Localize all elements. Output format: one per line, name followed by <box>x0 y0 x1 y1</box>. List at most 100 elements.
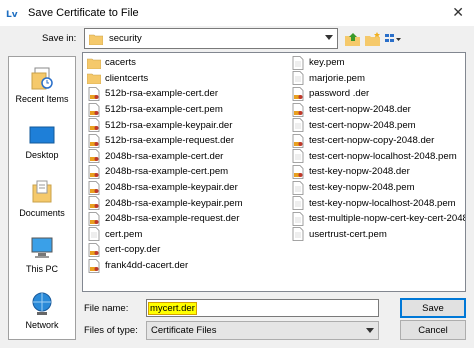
document-file-icon <box>292 180 304 195</box>
certificate-file-icon <box>87 102 101 117</box>
file-item[interactable]: 512b-rsa-example-keypair.der <box>87 117 243 133</box>
file-item[interactable]: test-cert-nopw-localhost-2048.pem <box>291 149 465 165</box>
chevron-down-icon <box>366 328 374 333</box>
document-file-icon <box>291 227 305 242</box>
file-item[interactable]: 512b-rsa-example-cert.pem <box>87 102 243 118</box>
certificate-file-icon <box>88 180 100 195</box>
folder-icon <box>87 74 101 85</box>
file-name: key.pem <box>309 57 345 69</box>
file-item[interactable]: 2048b-rsa-example-keypair.der <box>87 180 243 196</box>
file-name: 2048b-rsa-example-request.der <box>105 213 240 225</box>
document-file-icon <box>88 227 100 242</box>
file-item[interactable]: cacerts <box>87 55 243 71</box>
file-item[interactable]: test-key-nopw-localhost-2048.pem <box>291 195 465 211</box>
file-name: 2048b-rsa-example-keypair.pem <box>105 197 243 209</box>
certificate-file-icon <box>88 243 100 257</box>
place-label: Documents <box>19 208 65 218</box>
file-name: test-cert-nopw-localhost-2048.pem <box>309 150 457 162</box>
certificate-file-icon <box>87 258 101 273</box>
certificate-file-icon <box>87 118 101 133</box>
certificate-file-icon <box>88 118 100 133</box>
file-name: test-cert-nopw-copy-2048.der <box>309 135 435 147</box>
certificate-file-icon <box>292 102 304 117</box>
document-file-icon <box>292 196 304 211</box>
save-in-label: Save in: <box>42 33 77 44</box>
file-item[interactable]: test-cert-nopw-2048.der <box>291 102 465 118</box>
place-network[interactable]: Network <box>9 291 75 330</box>
file-item[interactable]: test-multiple-nopw-cert-key-cert-2048 <box>291 211 466 227</box>
certificate-file-icon <box>87 165 101 179</box>
network-icon <box>32 292 52 315</box>
file-name: password .der <box>309 88 370 100</box>
file-name: 2048b-rsa-example-cert.pem <box>105 166 229 178</box>
certificate-file-icon <box>88 102 100 117</box>
file-item[interactable]: key.pem <box>291 55 465 71</box>
close-icon[interactable]: ✕ <box>452 4 464 21</box>
file-item[interactable]: marjorie.pem <box>291 71 465 87</box>
certificate-file-icon <box>87 87 101 101</box>
place-label: Network <box>25 320 59 330</box>
toolbar <box>344 30 402 48</box>
file-item[interactable]: cert.pem <box>87 227 243 243</box>
file-item[interactable]: frank4dd-cacert.der <box>87 258 243 274</box>
file-name-input[interactable]: mycert.der <box>146 299 379 317</box>
file-item[interactable]: 512b-rsa-example-cert.der <box>87 86 243 102</box>
up-folder-button[interactable] <box>344 30 362 48</box>
folder-icon <box>87 56 101 70</box>
file-list[interactable]: cacerts clientcerts 512b-rsa-example-cert.… <box>82 52 466 292</box>
place-this-pc[interactable]: This PC <box>9 235 75 274</box>
document-file-icon <box>87 227 101 242</box>
file-type-select[interactable]: Certificate Files <box>146 321 379 340</box>
file-name: 512b-rsa-example-keypair.der <box>105 119 233 131</box>
save-button[interactable]: Save <box>400 298 466 318</box>
file-name: test-key-nopw-2048.der <box>309 166 410 178</box>
certificate-file-icon <box>87 243 101 257</box>
desktop-icon <box>29 126 55 144</box>
file-item[interactable]: test-cert-nopw-copy-2048.der <box>291 133 465 149</box>
certificate-file-icon <box>88 133 100 148</box>
file-item[interactable]: 2048b-rsa-example-request.der <box>87 211 243 227</box>
place-label: Recent Items <box>15 94 69 104</box>
recent-items-icon <box>31 67 53 90</box>
file-item[interactable]: usertrust-cert.pem <box>291 227 465 243</box>
file-name: test-key-nopw-localhost-2048.pem <box>309 197 456 209</box>
document-file-icon <box>291 196 305 211</box>
file-item[interactable]: test-key-nopw-2048.der <box>291 164 465 180</box>
file-item[interactable]: 2048b-rsa-example-cert.der <box>87 149 243 165</box>
file-name: test-multiple-nopw-cert-key-cert-2048 <box>309 213 466 225</box>
file-name: cacerts <box>105 57 136 69</box>
new-folder-button[interactable] <box>364 30 382 48</box>
file-item[interactable]: test-cert-nopw-2048.pem <box>291 117 465 133</box>
certificate-file-icon <box>291 87 305 101</box>
certificate-file-icon <box>292 87 304 101</box>
places-bar: Recent Items Desktop Documents This PC N… <box>8 56 76 340</box>
place-label: This PC <box>25 264 58 274</box>
certificate-file-icon <box>88 196 100 211</box>
document-file-icon <box>292 211 304 226</box>
file-item[interactable]: test-key-nopw-2048.pem <box>291 180 465 196</box>
certificate-file-icon <box>88 149 100 164</box>
document-file-icon <box>292 227 304 242</box>
file-name: 512b-rsa-example-cert.pem <box>105 104 223 116</box>
file-name: 512b-rsa-example-request.der <box>105 135 235 147</box>
place-desktop[interactable]: Desktop <box>9 125 75 160</box>
save-in-value: security <box>109 33 142 44</box>
file-item[interactable]: clientcerts <box>87 71 243 87</box>
file-item[interactable]: 2048b-rsa-example-cert.pem <box>87 164 243 180</box>
certificate-file-icon <box>88 165 100 179</box>
document-file-icon <box>292 149 304 164</box>
save-in-combo[interactable]: security <box>84 28 338 49</box>
cancel-button[interactable]: Cancel <box>400 320 466 340</box>
file-item[interactable]: cert-copy.der <box>87 242 243 258</box>
view-menu-button[interactable] <box>384 30 402 48</box>
file-type-value: Certificate Files <box>151 325 217 336</box>
window-title: Save Certificate to File <box>28 7 139 19</box>
file-item[interactable]: 512b-rsa-example-request.der <box>87 133 243 149</box>
certificate-file-icon <box>291 165 305 179</box>
place-label: Desktop <box>25 150 59 160</box>
file-item[interactable]: 2048b-rsa-example-keypair.pem <box>87 195 243 211</box>
view-list-icon <box>385 34 401 42</box>
file-item[interactable]: password .der <box>291 86 465 102</box>
place-recent-items[interactable]: Recent Items <box>9 65 75 104</box>
place-documents[interactable]: Documents <box>9 179 75 218</box>
